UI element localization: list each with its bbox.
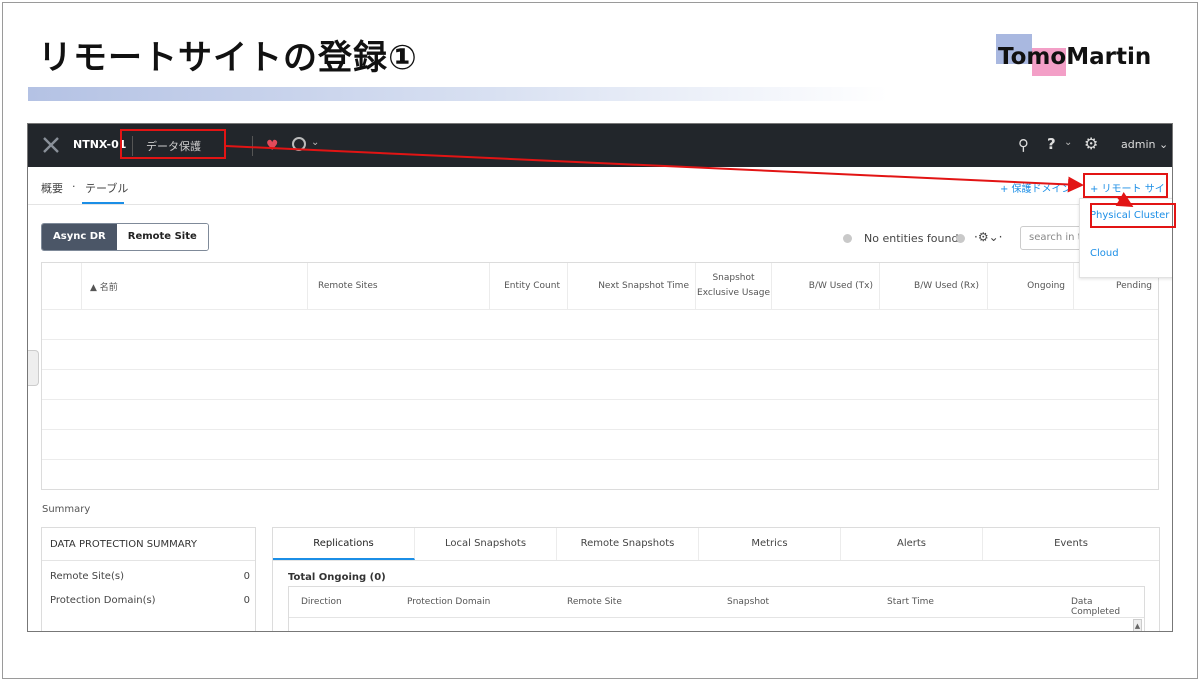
summary-row: Remote Site(s) 0 xyxy=(50,571,250,582)
column-header[interactable]: Direction xyxy=(301,597,342,607)
prism-screenshot: NTNX-01 データ保護 ♥ ⌄ ⚲ ? ⌄ ⚙ admin ⌄ 概要 · テ… xyxy=(27,123,1173,632)
nav-separator: · xyxy=(72,180,76,193)
side-panel-handle[interactable] xyxy=(28,350,39,386)
column-header[interactable]: Protection Domain xyxy=(407,597,490,607)
table-row-divider xyxy=(42,399,1158,400)
chevron-down-icon[interactable]: ⌄ xyxy=(1064,137,1072,148)
entity-status: No entities found xyxy=(864,232,959,245)
slide-title: リモートサイトの登録① xyxy=(38,38,418,78)
column-header[interactable]: B/W Used (Tx) xyxy=(772,263,880,309)
column-header[interactable]: Next Snapshot Time xyxy=(568,263,696,309)
active-tab-indicator xyxy=(82,202,124,204)
tab-replications[interactable]: Replications xyxy=(273,528,415,560)
divider xyxy=(289,617,1144,618)
option-cloud[interactable]: Cloud xyxy=(1090,248,1119,259)
logo-text: TomoMartin xyxy=(998,44,1152,70)
divider xyxy=(273,560,1159,561)
column-header[interactable]: Start Time xyxy=(887,597,934,607)
annotation-box-menu xyxy=(120,129,226,159)
scroll-up-arrow[interactable]: ▲ xyxy=(1133,619,1142,631)
detail-tabs: Replications Local Snapshots Remote Snap… xyxy=(272,527,1160,631)
sub-navigation: 概要 · テーブル + 保護ドメイン + リモート サイト xyxy=(28,167,1172,210)
table-row-divider xyxy=(42,429,1158,430)
add-protection-domain-link[interactable]: + 保護ドメイン xyxy=(1000,180,1072,195)
chevron-down-icon[interactable]: ⌄ xyxy=(311,137,319,148)
select-column xyxy=(42,263,82,309)
summary-row: Protection Domain(s) 0 xyxy=(50,595,250,606)
column-header[interactable]: Snapshot Exclusive Usage xyxy=(696,263,772,309)
table-row-divider xyxy=(42,309,1158,310)
summary-row-value: 0 xyxy=(243,571,250,582)
tab-remote-snapshots[interactable]: Remote Snapshots xyxy=(557,528,699,560)
summary-row-label: Remote Site(s) xyxy=(50,571,124,582)
alerts-circle-icon[interactable] xyxy=(292,137,306,151)
remote-site-button[interactable]: Remote Site xyxy=(116,224,208,250)
column-header[interactable]: Ongoing xyxy=(988,263,1074,309)
table-row-divider xyxy=(42,339,1158,340)
health-heart-icon[interactable]: ♥ xyxy=(266,138,279,154)
total-ongoing: Total Ongoing (0) xyxy=(288,572,386,583)
summary-title: DATA PROTECTION SUMMARY xyxy=(50,539,197,550)
tab-local-snapshots[interactable]: Local Snapshots xyxy=(415,528,557,560)
async-dr-button[interactable]: Async DR xyxy=(42,224,117,250)
settings-gear-icon[interactable]: ·⚙⌄· xyxy=(974,230,1002,244)
title-underline xyxy=(28,87,888,101)
column-header[interactable]: ▲ 名前 xyxy=(82,263,308,309)
tab-alerts[interactable]: Alerts xyxy=(841,528,983,560)
table-row-divider xyxy=(42,459,1158,460)
column-header[interactable]: Entity Count xyxy=(490,263,568,309)
summary-label: Summary xyxy=(42,504,91,515)
gear-icon[interactable]: ⚙ xyxy=(1084,134,1098,153)
logo: TomoMartin xyxy=(992,34,1152,78)
column-header[interactable]: Data Completed xyxy=(1071,597,1144,617)
column-header[interactable]: Snapshot xyxy=(727,597,769,607)
divider xyxy=(252,136,253,156)
column-header[interactable]: Remote Sites xyxy=(308,263,490,309)
replications-table: Direction Protection Domain Remote Site … xyxy=(288,586,1145,631)
summary-row-value: 0 xyxy=(243,595,250,606)
data-table: ▲ 名前 Remote Sites Entity Count Next Snap… xyxy=(41,262,1159,490)
data-protection-summary: DATA PROTECTION SUMMARY Remote Site(s) 0… xyxy=(41,527,256,631)
tab-table[interactable]: テーブル xyxy=(85,180,128,196)
column-header[interactable]: Remote Site xyxy=(567,597,622,607)
column-header[interactable]: B/W Used (Rx) xyxy=(880,263,988,309)
tab-events[interactable]: Events xyxy=(983,528,1159,560)
info-dot-icon xyxy=(956,234,965,243)
table-row-divider xyxy=(42,369,1158,370)
admin-label: admin xyxy=(1121,138,1156,151)
tab-metrics[interactable]: Metrics xyxy=(699,528,841,560)
cluster-name[interactable]: NTNX-01 xyxy=(73,138,126,151)
nutanix-x-icon[interactable] xyxy=(42,136,60,154)
admin-menu[interactable]: admin ⌄ xyxy=(1121,138,1168,151)
annotation-box-physical-cluster xyxy=(1090,203,1176,228)
info-dot-icon xyxy=(843,234,852,243)
tab-overview[interactable]: 概要 xyxy=(41,180,63,196)
summary-row-label: Protection Domain(s) xyxy=(50,595,156,606)
help-icon[interactable]: ? xyxy=(1047,135,1056,153)
view-toggle: Async DR Remote Site xyxy=(41,223,209,251)
search-icon[interactable]: ⚲ xyxy=(1018,136,1029,154)
divider xyxy=(42,560,255,561)
annotation-box-remote-site xyxy=(1083,173,1168,198)
